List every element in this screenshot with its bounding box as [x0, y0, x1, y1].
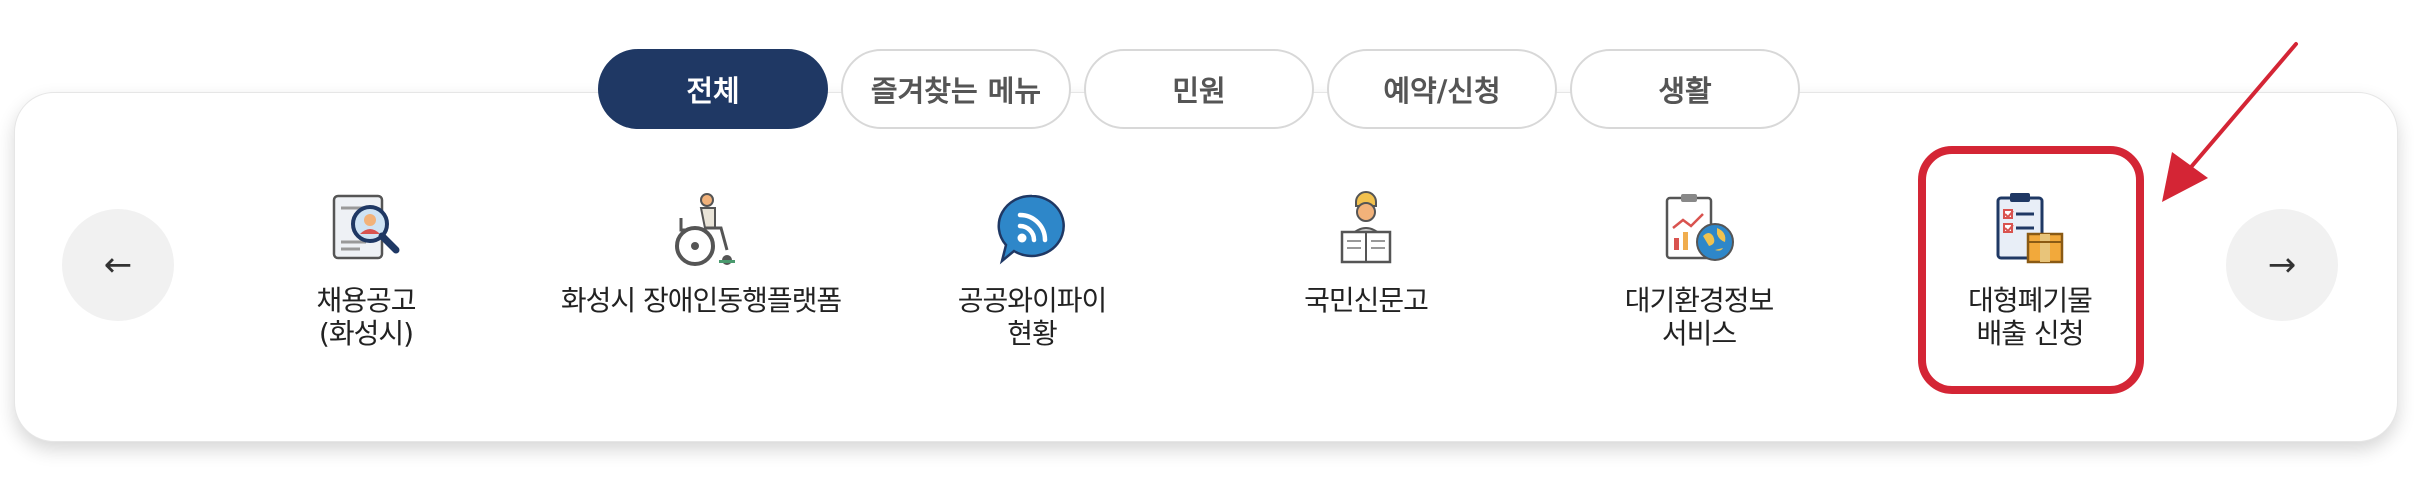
red-arrow-annotation: [2162, 42, 2298, 202]
next-button[interactable]: →: [2226, 209, 2338, 321]
arrow-left-icon: ←: [103, 245, 133, 285]
menu-item-job-posting[interactable]: 채용공고 (화성시): [206, 190, 526, 380]
menu-item-public-wifi[interactable]: 공공와이파이 현황: [872, 190, 1192, 380]
category-tabs: 전체 즐겨찾는 메뉴 민원 예약/신청 생활: [598, 48, 1813, 130]
wifi-icon: [997, 194, 1065, 265]
tab-all[interactable]: 전체: [598, 49, 828, 129]
menu-item-label: 대기환경정보 서비스: [1624, 284, 1775, 350]
tab-living[interactable]: 생활: [1570, 49, 1800, 129]
wheelchair-icon: [675, 193, 735, 266]
menu-item-label: 국민신문고: [1304, 284, 1429, 317]
arrow-right-icon: →: [2267, 245, 2297, 285]
air-quality-icon: [1665, 194, 1734, 261]
menu-item-label: 채용공고 (화성시): [316, 284, 416, 350]
menu-item-label: 공공와이파이 현황: [957, 284, 1108, 350]
highlight-box: [1918, 146, 2144, 394]
prev-button[interactable]: ←: [62, 209, 174, 321]
tab-reservation[interactable]: 예약/신청: [1327, 49, 1557, 129]
tab-civil-service[interactable]: 민원: [1084, 49, 1314, 129]
job-search-icon: [332, 194, 400, 260]
petition-icon: [1340, 191, 1392, 264]
menu-item-disability-platform[interactable]: 화성시 장애인동행플랫폼: [541, 190, 861, 380]
menu-item-air-quality[interactable]: 대기환경정보 서비스: [1539, 190, 1859, 380]
tab-favorites[interactable]: 즐겨찾는 메뉴: [841, 49, 1071, 129]
menu-item-label: 화성시 장애인동행플랫폼: [560, 284, 842, 317]
menu-item-petition[interactable]: 국민신문고: [1206, 190, 1526, 380]
